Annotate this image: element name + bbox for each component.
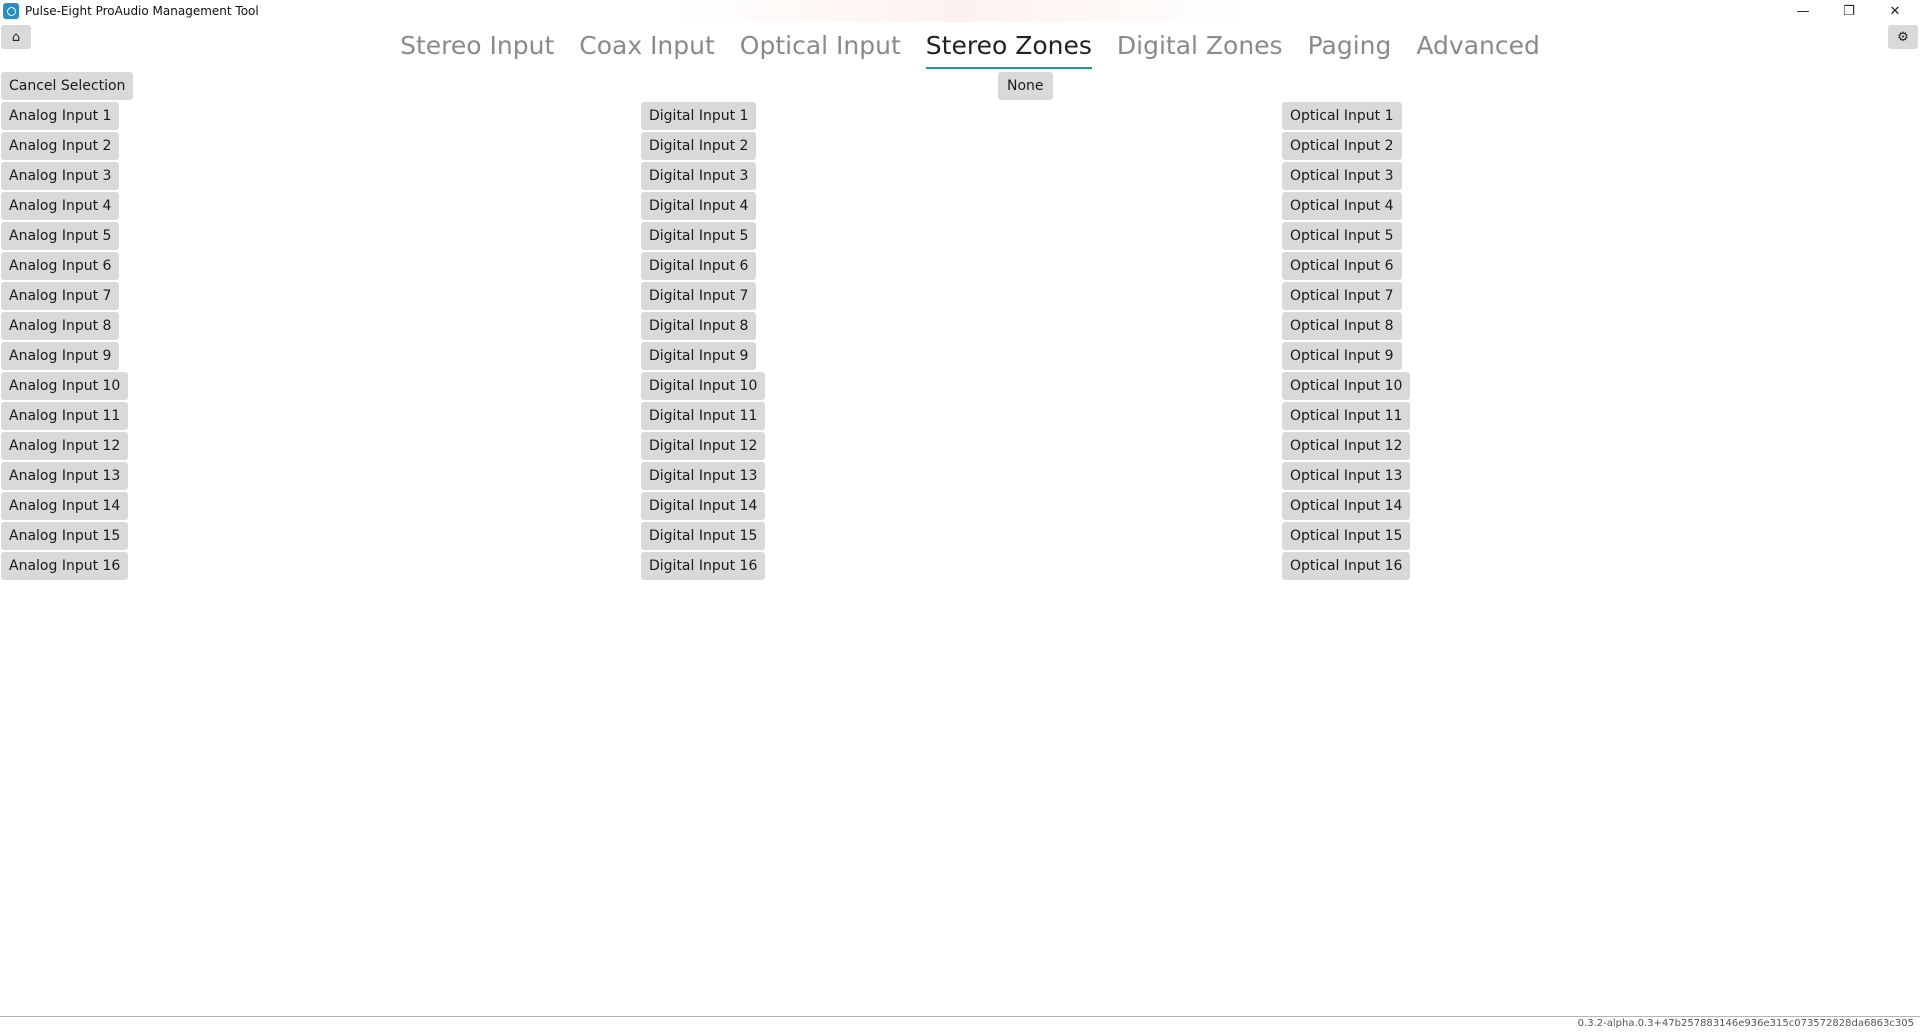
- analog-input-list: Analog Input 1 Analog Input 2 Analog Input…: [1, 102, 129, 580]
- title-bar: Pulse-Eight ProAudio Management Tool — ❐…: [0, 0, 1920, 22]
- optical-input-button[interactable]: Optical Input 3: [1282, 162, 1402, 190]
- digital-input-button[interactable]: Digital Input 15: [641, 522, 766, 550]
- digital-input-button[interactable]: Digital Input 3: [641, 162, 757, 190]
- cancel-selection-button[interactable]: Cancel Selection: [1, 72, 134, 100]
- optical-input-button[interactable]: Optical Input 10: [1282, 372, 1411, 400]
- optical-input-button[interactable]: Optical Input 2: [1282, 132, 1402, 160]
- digital-input-button[interactable]: Digital Input 7: [641, 282, 757, 310]
- optical-input-button[interactable]: Optical Input 1: [1282, 102, 1402, 130]
- none-button[interactable]: None: [998, 72, 1053, 100]
- maximize-icon[interactable]: ❐: [1826, 0, 1872, 22]
- analog-input-button[interactable]: Analog Input 11: [1, 402, 129, 430]
- window-title: Pulse-Eight ProAudio Management Tool: [25, 4, 259, 18]
- tab-paging[interactable]: Paging: [1308, 28, 1392, 70]
- optical-input-button[interactable]: Optical Input 11: [1282, 402, 1411, 430]
- analog-input-button[interactable]: Analog Input 6: [1, 252, 120, 280]
- analog-input-button[interactable]: Analog Input 12: [1, 432, 129, 460]
- analog-input-button[interactable]: Analog Input 15: [1, 522, 129, 550]
- close-icon[interactable]: ✕: [1872, 0, 1918, 22]
- digital-input-button[interactable]: Digital Input 12: [641, 432, 766, 460]
- tab-bar: Stereo Input Coax Input Optical Input St…: [0, 28, 1920, 70]
- optical-input-button[interactable]: Optical Input 6: [1282, 252, 1402, 280]
- digital-input-button[interactable]: Digital Input 6: [641, 252, 757, 280]
- optical-input-button[interactable]: Optical Input 14: [1282, 492, 1411, 520]
- tab-digital-zones[interactable]: Digital Zones: [1117, 28, 1283, 70]
- digital-input-button[interactable]: Digital Input 2: [641, 132, 757, 160]
- analog-input-button[interactable]: Analog Input 8: [1, 312, 120, 340]
- optical-input-button[interactable]: Optical Input 9: [1282, 342, 1402, 370]
- tab-optical-input[interactable]: Optical Input: [740, 28, 901, 70]
- minimize-icon[interactable]: —: [1780, 0, 1826, 22]
- optical-input-button[interactable]: Optical Input 16: [1282, 552, 1411, 580]
- digital-input-button[interactable]: Digital Input 4: [641, 192, 757, 220]
- optical-input-button[interactable]: Optical Input 13: [1282, 462, 1411, 490]
- optical-input-button[interactable]: Optical Input 7: [1282, 282, 1402, 310]
- footer-divider: [0, 1016, 1920, 1017]
- optical-input-button[interactable]: Optical Input 15: [1282, 522, 1411, 550]
- digital-input-button[interactable]: Digital Input 5: [641, 222, 757, 250]
- optical-input-button[interactable]: Optical Input 12: [1282, 432, 1411, 460]
- digital-input-button[interactable]: Digital Input 11: [641, 402, 766, 430]
- analog-input-button[interactable]: Analog Input 1: [1, 102, 120, 130]
- digital-input-button[interactable]: Digital Input 14: [641, 492, 766, 520]
- tab-stereo-input[interactable]: Stereo Input: [400, 28, 554, 70]
- analog-input-button[interactable]: Analog Input 16: [1, 552, 129, 580]
- digital-input-button[interactable]: Digital Input 1: [641, 102, 757, 130]
- analog-input-button[interactable]: Analog Input 9: [1, 342, 120, 370]
- digital-input-button[interactable]: Digital Input 13: [641, 462, 766, 490]
- digital-input-button[interactable]: Digital Input 10: [641, 372, 766, 400]
- digital-input-list: Digital Input 1 Digital Input 2 Digital In…: [641, 102, 766, 580]
- analog-input-button[interactable]: Analog Input 3: [1, 162, 120, 190]
- optical-input-button[interactable]: Optical Input 8: [1282, 312, 1402, 340]
- tab-coax-input[interactable]: Coax Input: [579, 28, 715, 70]
- optical-input-button[interactable]: Optical Input 4: [1282, 192, 1402, 220]
- analog-input-button[interactable]: Analog Input 4: [1, 192, 120, 220]
- tab-stereo-zones[interactable]: Stereo Zones: [925, 28, 1092, 70]
- analog-input-button[interactable]: Analog Input 2: [1, 132, 120, 160]
- analog-input-button[interactable]: Analog Input 10: [1, 372, 129, 400]
- digital-input-button[interactable]: Digital Input 16: [641, 552, 766, 580]
- analog-input-button[interactable]: Analog Input 14: [1, 492, 129, 520]
- version-label: 0.3.2-alpha.0.3+47b257883146e936e315c073…: [1577, 1018, 1914, 1029]
- analog-input-button[interactable]: Analog Input 7: [1, 282, 120, 310]
- tab-advanced[interactable]: Advanced: [1416, 28, 1540, 70]
- analog-input-button[interactable]: Analog Input 5: [1, 222, 120, 250]
- optical-input-list: Optical Input 1 Optical Input 2 Optical In…: [1282, 102, 1411, 580]
- analog-input-button[interactable]: Analog Input 13: [1, 462, 129, 490]
- digital-input-button[interactable]: Digital Input 9: [641, 342, 757, 370]
- digital-input-button[interactable]: Digital Input 8: [641, 312, 757, 340]
- optical-input-button[interactable]: Optical Input 5: [1282, 222, 1402, 250]
- app-logo-icon: [3, 3, 19, 19]
